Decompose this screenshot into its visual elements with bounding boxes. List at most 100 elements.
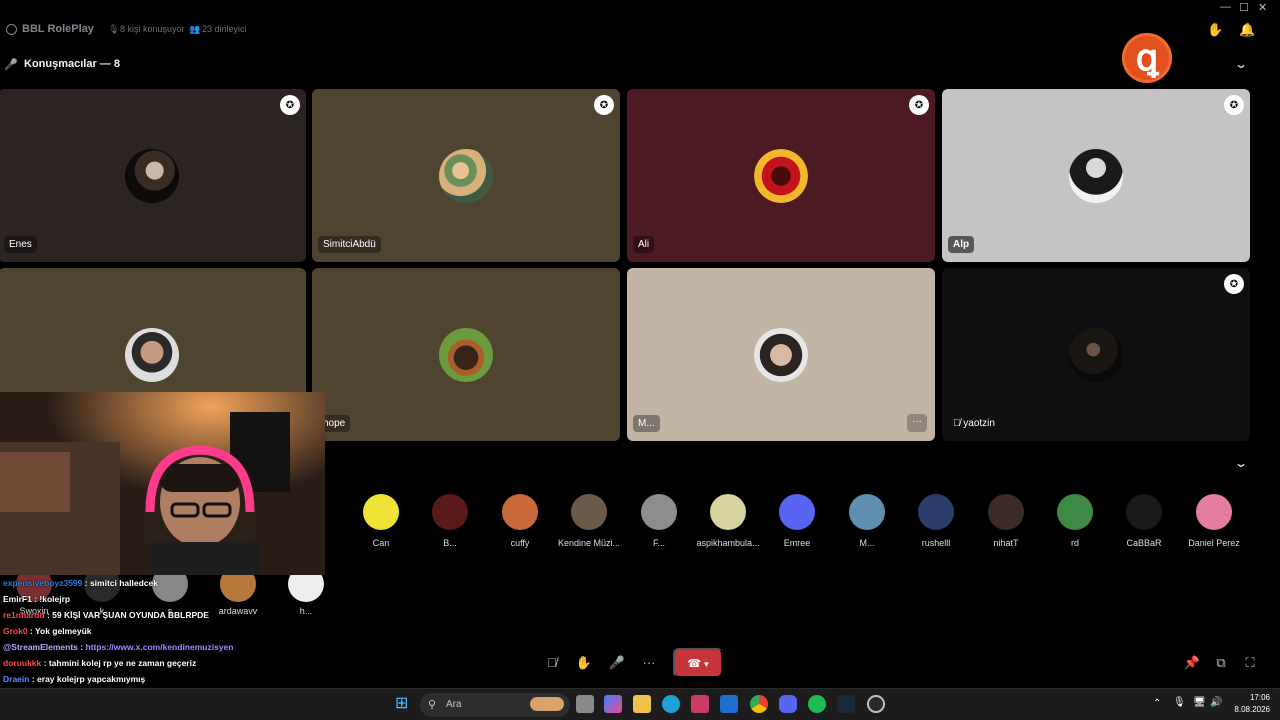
listeners-stat: 23 dinleyici [202, 24, 247, 34]
edge-icon[interactable] [662, 695, 680, 713]
listener-name: B... [443, 538, 457, 548]
speaker-tile[interactable]: ✪ 🎙̸ yaotzin [942, 268, 1250, 441]
window-titlebar: — ☐ ✕ [0, 0, 1280, 16]
listener-item[interactable]: Emree [762, 494, 832, 548]
tray-mic-icon[interactable]: 🎙 [1173, 697, 1186, 708]
close-icon[interactable]: ✕ [1258, 1, 1267, 14]
chat-text: 59 KİŞİ VAR ŞUAN OYUNDA BBLRPDE [52, 610, 209, 620]
mic-icon: 🎙 [108, 24, 120, 34]
volume-icon[interactable]: 🔊 [1210, 697, 1222, 708]
listeners-icon: 👥 [189, 24, 201, 34]
speaker-tile[interactable]: ✪ Ali [627, 89, 935, 262]
speaker-tile[interactable]: ✪ SimitciAbdü [312, 89, 620, 262]
hangup-icon: ☎ [687, 657, 702, 670]
network-icon[interactable]: 🖥 [1193, 697, 1206, 708]
chat-separator: : [27, 626, 35, 636]
listener-name: nihatT [993, 538, 1019, 548]
speaker-tile[interactable]: ✪ Enes [0, 89, 306, 262]
listener-item[interactable]: rd [1040, 494, 1110, 548]
steam-icon[interactable] [837, 695, 855, 713]
listener-item[interactable]: CaBBaR [1109, 494, 1179, 548]
listener-item[interactable]: aspikhambula... [693, 494, 763, 548]
listener-item[interactable]: rushelll [901, 494, 971, 548]
scrollbar[interactable] [1269, 50, 1275, 290]
stage-header: BBL RolePlay 🎙 8 kişi konuşuyor 👥 23 din… [0, 18, 1280, 42]
avatar [1069, 327, 1123, 382]
windows-start-icon[interactable]: ⊞ [395, 695, 413, 713]
speaker-name: SimitciAbdü [318, 236, 381, 253]
file-explorer-icon[interactable] [633, 695, 651, 713]
task-view-icon[interactable] [576, 695, 594, 713]
avatar [1069, 148, 1123, 203]
chat-text: eray kolejrp yapcakmıymış [37, 674, 146, 684]
chat-message: re1nhardd : 59 KİŞİ VAR ŞUAN OYUNDA BBLR… [0, 607, 330, 623]
spotify-icon[interactable] [808, 695, 826, 713]
discord-stage-window: — ☐ ✕ BBL RolePlay 🎙 8 kişi konuşuyor 👥 … [0, 0, 1280, 720]
speaker-tile[interactable]: hope [312, 268, 620, 441]
chat-username: @StreamElements [3, 642, 78, 652]
speaker-name: 🎙̸ yaotzin [953, 418, 995, 429]
speak-request-icon[interactable]: 🎤 [605, 651, 629, 675]
store-icon[interactable] [691, 695, 709, 713]
mail-icon[interactable] [720, 695, 738, 713]
speakers-section-title: Konuşmacılar — 8 [24, 58, 120, 70]
raise-hand-icon[interactable]: ✋ [1207, 22, 1223, 37]
fullscreen-icon[interactable]: ⛶ [1238, 651, 1262, 675]
listener-item[interactable]: Daniel Perez [1179, 494, 1249, 548]
avatar [571, 494, 607, 530]
chat-username: re1nhardd [3, 610, 45, 620]
tray-chevron-icon[interactable]: ⌃ [1153, 698, 1161, 709]
chat-message: doruukkk : tahmini kolej rp ye ne zaman … [0, 655, 330, 671]
maximize-icon[interactable]: ☐ [1239, 1, 1249, 14]
chat-message: Grok0 : Yok gelmeyük [0, 623, 330, 639]
copilot-icon[interactable] [604, 695, 622, 713]
leave-stage-button[interactable]: ☎ ▾ [673, 648, 723, 678]
listener-item[interactable]: B... [415, 494, 485, 548]
avatar [641, 494, 677, 530]
speaker-tile[interactable]: ✪ Alp [942, 89, 1250, 262]
pin-icon[interactable]: 📌 [1180, 651, 1204, 675]
clock-time[interactable]: 17:06 [1228, 693, 1270, 702]
avatar [754, 327, 808, 382]
chat-message: @StreamElements : https://www.x.com/kend… [0, 639, 330, 655]
chat-message: Draein : eray kolejrp yapcakmıymış [0, 671, 330, 687]
listener-item[interactable]: F... [624, 494, 694, 548]
more-options-icon[interactable]: ··· [907, 414, 927, 432]
listener-name: Emree [783, 538, 811, 548]
moderator-star-icon: ✪ [909, 95, 929, 115]
listener-name: aspikhambula... [696, 538, 760, 548]
weather-widget-icon[interactable] [530, 697, 564, 711]
chat-separator: : [29, 674, 38, 684]
more-controls-icon[interactable]: ··· [637, 651, 661, 675]
listener-item[interactable]: Can [346, 494, 416, 548]
moderator-star-icon: ✪ [280, 95, 300, 115]
minimize-icon[interactable]: — [1220, 1, 1231, 13]
speakers-stat: 8 kişi konuşuyor [120, 24, 185, 34]
clock-date[interactable]: 8.08.2026 [1222, 705, 1270, 714]
discord-icon[interactable] [779, 695, 797, 713]
chat-message: expensiveboyz3599 : simitci halledcek [0, 575, 330, 591]
chrome-icon[interactable] [750, 695, 768, 713]
moderator-star-icon: ✪ [594, 95, 614, 115]
chat-message: EmirF1 : !kolejrp [0, 591, 330, 607]
listener-item[interactable]: nihatT [971, 494, 1041, 548]
listener-item[interactable]: M... [832, 494, 902, 548]
avatar [439, 148, 493, 203]
avatar [988, 494, 1024, 530]
search-placeholder: Ara [446, 699, 462, 710]
listener-item[interactable]: cuffy [485, 494, 555, 548]
listener-item[interactable]: Kendine Müzi... [554, 494, 624, 548]
listener-name: cuffy [510, 538, 530, 548]
app-icon[interactable] [867, 695, 885, 713]
raise-hand-button-icon[interactable]: ✋ [572, 651, 596, 675]
collapse-speakers-chevron-icon[interactable]: ⌄ [1234, 57, 1248, 71]
mute-mic-icon[interactable]: 🎙̸ [540, 651, 564, 675]
collapse-listeners-chevron-icon[interactable]: ⌄ [1234, 456, 1248, 470]
speakers-mic-icon: 🎤 [4, 59, 18, 71]
speaker-tile[interactable]: M... ··· [627, 268, 935, 441]
moderator-star-icon: ✪ [1224, 274, 1244, 294]
listener-name: Can [372, 538, 390, 548]
stage-channel-icon [6, 24, 17, 35]
notifications-icon[interactable]: 🔔 [1239, 22, 1255, 37]
popout-icon[interactable]: ⧉ [1209, 651, 1233, 675]
